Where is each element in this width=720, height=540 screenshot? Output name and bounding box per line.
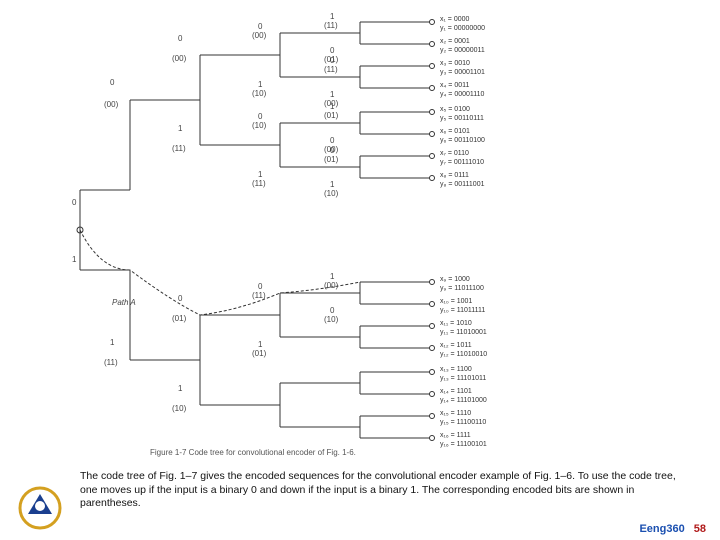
leaf-y: y₆ = 00110100 <box>440 137 485 144</box>
leaf-y: y₅ = 00110111 <box>440 115 484 122</box>
l4-branch-label: 1 <box>330 180 334 189</box>
leaf-x: x₁₅ = 1110 <box>440 410 471 417</box>
l2-0-label: 0 <box>178 34 182 43</box>
l3-branch-label: 1 <box>258 80 262 89</box>
l1-1-code: (11) <box>104 358 118 367</box>
leaf-y: y₉ = 11011100 <box>440 285 484 292</box>
leaf-y: y₇ = 00111010 <box>440 159 484 166</box>
l1-0-label: 0 <box>110 78 114 87</box>
leaf-y: y₁₆ = 11100101 <box>440 441 487 448</box>
l1-1-label: 1 <box>110 338 114 347</box>
leaf-y: y₁₄ = 11101000 <box>440 397 487 404</box>
body-paragraph: The code tree of Fig. 1–7 gives the enco… <box>80 470 680 511</box>
leaf-y: y₁₅ = 11100110 <box>440 419 486 426</box>
leaf-x: x₁ = 0000 <box>440 16 469 23</box>
slide-footer: Eeng360 58 <box>639 523 706 535</box>
l3-branch-code: (11) <box>252 291 266 300</box>
l4-branch-code: (11) <box>324 21 338 30</box>
leaf-x: x₆ = 0101 <box>440 128 470 135</box>
figure-caption: Figure 1-7 Code tree for convolutional e… <box>150 448 356 457</box>
l2-0-code: (00) <box>172 54 186 63</box>
leaf-y: y₂ = 00000011 <box>440 47 485 54</box>
leaf-y: y₁₀ = 11011111 <box>440 307 485 314</box>
leaf-x: x₁₆ = 1111 <box>440 432 471 439</box>
leaf-y: y₈ = 00111001 <box>440 181 485 188</box>
leaf-x: x₁₁ = 1010 <box>440 320 472 327</box>
l4-branch-label: 0 <box>330 146 334 155</box>
tree-svg <box>70 10 630 450</box>
code-tree-diagram <box>70 10 630 450</box>
l3-branch-code: (10) <box>252 89 266 98</box>
l2-1-label: 1 <box>178 124 182 133</box>
l3-branch-label: 0 <box>258 112 262 121</box>
leaf-y: y₁ = 00000000 <box>440 25 485 32</box>
leaf-y: y₁₂ = 11010010 <box>440 351 487 358</box>
l1-0-code: (00) <box>104 100 118 109</box>
l4-branch-label: 1 <box>330 102 334 111</box>
leaf-y: y₁₁ = 11010001 <box>440 329 487 336</box>
leaf-y: y₄ = 00001110 <box>440 91 484 98</box>
l4-branch-label: 0 <box>330 56 334 65</box>
leaf-x: x₁₂ = 1011 <box>440 342 472 349</box>
leaf-x: x₅ = 0100 <box>440 106 470 113</box>
l4-branch-label: 0 <box>330 46 334 55</box>
l3-branch-code: (01) <box>252 349 266 358</box>
l3-branch-label: 0 <box>258 282 262 291</box>
l4-branch-code: (10) <box>324 315 338 324</box>
l4-branch-code: (01) <box>324 111 338 120</box>
l4-branch-label: 1 <box>330 90 334 99</box>
l2-1-code: (11) <box>172 144 186 153</box>
leaf-x: x₇ = 0110 <box>440 150 469 157</box>
l3-branch-code: (10) <box>252 121 266 130</box>
leaf-x: x₂ = 0001 <box>440 38 470 45</box>
l2-2-code: (01) <box>172 314 186 323</box>
leaf-x: x₁₀ = 1001 <box>440 298 472 305</box>
page-number: 58 <box>694 523 706 535</box>
l4-branch-code: (00) <box>324 281 338 290</box>
l4-branch-label: 1 <box>330 272 334 281</box>
leaf-y: y₃ = 00001101 <box>440 69 485 76</box>
leaf-x: x₈ = 0111 <box>440 172 469 179</box>
l4-branch-code: (11) <box>324 65 338 74</box>
l4-branch-label: 0 <box>330 136 334 145</box>
leaf-x: x₁₃ = 1100 <box>440 366 472 373</box>
l3-branch-label: 0 <box>258 22 262 31</box>
l2-2-label: 0 <box>178 294 182 303</box>
root-1: 1 <box>72 255 76 264</box>
university-logo <box>18 486 62 530</box>
l4-branch-label: 1 <box>330 12 334 21</box>
leaf-x: x₉ = 1000 <box>440 276 470 283</box>
l4-branch-label: 0 <box>330 306 334 315</box>
leaf-x: x₄ = 0011 <box>440 82 469 89</box>
leaf-y: y₁₃ = 11101011 <box>440 375 486 382</box>
l3-branch-label: 1 <box>258 170 262 179</box>
l2-3-label: 1 <box>178 384 182 393</box>
l3-branch-code: (11) <box>252 179 266 188</box>
l3-branch-code: (00) <box>252 31 266 40</box>
l2-3-code: (10) <box>172 404 186 413</box>
l4-branch-code: (01) <box>324 155 338 164</box>
root-0: 0 <box>72 198 76 207</box>
leaf-x: x₁₄ = 1101 <box>440 388 472 395</box>
l4-branch-code: (10) <box>324 189 338 198</box>
leaf-x: x₃ = 0010 <box>440 60 470 67</box>
l3-branch-label: 1 <box>258 340 262 349</box>
course-code: Eeng360 <box>639 523 684 535</box>
path-a-label: Path A <box>112 298 136 307</box>
